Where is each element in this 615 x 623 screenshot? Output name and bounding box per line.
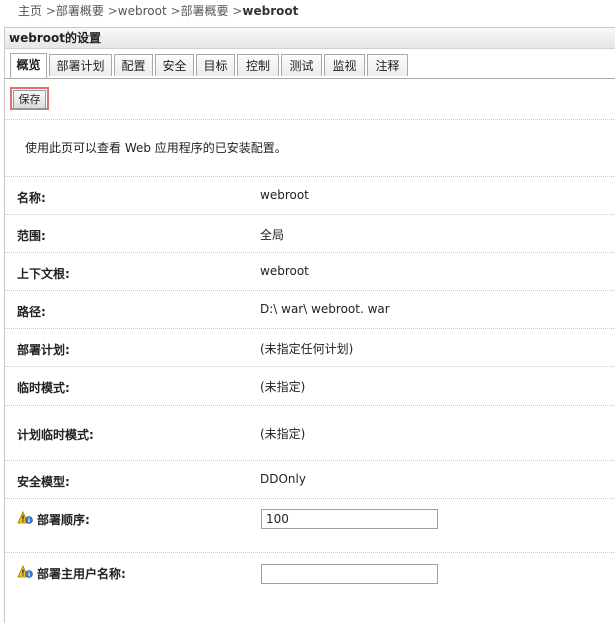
field-label: 路径: [17, 305, 46, 319]
field-value: D:\ war\ webroot. war [260, 302, 390, 316]
field-value: DDOnly [260, 472, 306, 486]
tab-notes[interactable]: 注释 [367, 54, 408, 76]
field-label: 临时模式: [17, 381, 70, 395]
tab-control[interactable]: 控制 [237, 54, 279, 76]
tab-security[interactable]: 安全 [155, 54, 194, 76]
field-label: 部署计划: [17, 343, 70, 357]
field-label: 部署顺序: [37, 513, 90, 527]
deployment-order-input[interactable] [261, 509, 438, 529]
field-row-staging-mode: 临时模式: (未指定) [5, 367, 615, 406]
field-row-name: 名称: webroot [5, 177, 615, 215]
field-value: webroot [260, 188, 309, 202]
breadcrumb-item[interactable]: webroot [118, 4, 167, 18]
field-label: 上下文根: [17, 267, 70, 281]
field-value: (未指定) [260, 427, 306, 441]
breadcrumb-separator: > [166, 4, 181, 18]
warning-info-icon [17, 565, 33, 578]
tab-bar: 概览 部署计划 配置 安全 目标 控制 测试 监视 注释 [5, 49, 615, 79]
save-button-label: 保存 [13, 90, 46, 109]
field-row-deployment-principal: 部署主用户名称: [5, 553, 615, 613]
breadcrumb-separator: > [103, 4, 118, 18]
panel-title: webroot的设置 [5, 28, 615, 49]
field-label: 范围: [17, 229, 46, 243]
field-label: 计划临时模式: [17, 428, 94, 442]
field-row-scope: 范围: 全局 [5, 215, 615, 253]
warning-info-icon [17, 511, 33, 524]
tab-monitoring[interactable]: 监视 [324, 54, 365, 76]
breadcrumb-home[interactable]: 主页 [18, 4, 42, 18]
settings-panel: webroot的设置 概览 部署计划 配置 安全 目标 控制 测试 监视 注释 … [4, 27, 615, 623]
tab-deployment-plan[interactable]: 部署计划 [49, 54, 112, 76]
toolbar: 保存 [5, 79, 615, 120]
field-label: 名称: [17, 191, 46, 205]
tab-testing[interactable]: 测试 [281, 54, 322, 76]
field-row-deployment-plan: 部署计划: (未指定任何计划) [5, 329, 615, 367]
breadcrumb-item[interactable]: 部署概要 [56, 4, 104, 18]
breadcrumb-separator: > [228, 4, 243, 18]
field-value: webroot [260, 264, 309, 278]
field-value: 全局 [260, 228, 285, 242]
breadcrumb: 主页 >部署概要 >webroot >部署概要 >webroot [18, 2, 298, 20]
tab-configuration[interactable]: 配置 [114, 54, 153, 76]
field-label: 部署主用户名称: [37, 567, 126, 581]
field-row-context-root: 上下文根: webroot [5, 253, 615, 291]
intro-text: 使用此页可以查看 Web 应用程序的已安装配置。 [5, 120, 615, 177]
tab-overview[interactable]: 概览 [10, 53, 47, 78]
breadcrumb-current: webroot [242, 4, 299, 18]
field-value: (未指定任何计划) [260, 342, 354, 356]
field-row-path: 路径: D:\ war\ webroot. war [5, 291, 615, 329]
save-button[interactable]: 保存 [10, 87, 49, 110]
field-row-plan-staging-mode: 计划临时模式: (未指定) [5, 406, 615, 461]
field-label: 安全模型: [17, 475, 70, 489]
tab-targets[interactable]: 目标 [196, 54, 235, 76]
field-row-security-model: 安全模型: DDOnly [5, 461, 615, 499]
breadcrumb-item[interactable]: 部署概要 [181, 4, 229, 18]
field-row-deployment-order: 部署顺序: [5, 499, 615, 553]
field-value: (未指定) [260, 380, 306, 394]
deployment-principal-input[interactable] [261, 564, 438, 584]
breadcrumb-separator: > [42, 4, 56, 18]
